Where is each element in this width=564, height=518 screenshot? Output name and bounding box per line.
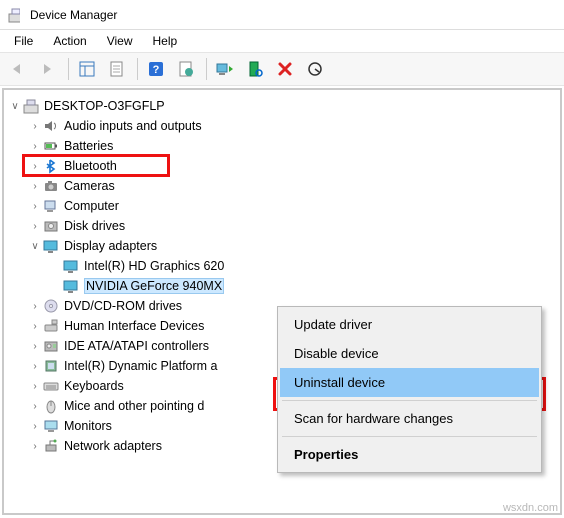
titlebar: Device Manager <box>0 0 564 30</box>
ctx-separator <box>282 436 537 437</box>
computer-icon <box>22 98 40 114</box>
menu-file[interactable]: File <box>4 32 43 50</box>
camera-icon <box>42 178 60 194</box>
hid-icon <box>42 318 60 334</box>
collapse-icon[interactable]: ∨ <box>28 239 42 253</box>
network-icon <box>42 438 60 454</box>
expand-icon[interactable]: › <box>28 219 42 233</box>
cat-disk[interactable]: ›Disk drives <box>6 216 558 236</box>
window-title: Device Manager <box>30 8 117 22</box>
monitor-icon <box>42 238 60 254</box>
battery-icon <box>42 138 60 154</box>
ide-icon <box>42 338 60 354</box>
keyboard-icon <box>42 378 60 394</box>
expand-icon[interactable]: › <box>28 379 42 393</box>
menu-help[interactable]: Help <box>143 32 188 50</box>
expand-icon[interactable]: › <box>28 439 42 453</box>
disable-button[interactable] <box>301 56 329 82</box>
chip-icon <box>42 358 60 374</box>
context-menu: Update driver Disable device Uninstall d… <box>277 306 542 473</box>
cat-bluetooth[interactable]: ›Bluetooth <box>6 156 558 176</box>
speaker-icon <box>42 118 60 134</box>
ctx-scan-hardware[interactable]: Scan for hardware changes <box>280 404 539 433</box>
forward-button[interactable] <box>34 56 62 82</box>
uninstall-button[interactable] <box>271 56 299 82</box>
ctx-update-driver[interactable]: Update driver <box>280 310 539 339</box>
expand-icon[interactable]: › <box>28 139 42 153</box>
cat-computer[interactable]: ›Computer <box>6 196 558 216</box>
selected-label: NVIDIA GeForce 940MX <box>84 278 224 294</box>
menu-view[interactable]: View <box>97 32 143 50</box>
expand-icon[interactable]: › <box>28 419 42 433</box>
show-hide-tree-button[interactable] <box>73 56 101 82</box>
disc-icon <box>42 298 60 314</box>
bluetooth-icon <box>42 158 60 174</box>
app-icon <box>8 7 26 23</box>
expand-icon[interactable]: › <box>28 119 42 133</box>
back-button[interactable] <box>4 56 32 82</box>
expand-icon[interactable]: › <box>28 299 42 313</box>
menu-action[interactable]: Action <box>43 32 96 50</box>
cat-audio[interactable]: ›Audio inputs and outputs <box>6 116 558 136</box>
expand-icon[interactable]: › <box>28 339 42 353</box>
tree-root[interactable]: ∨ DESKTOP-O3FGFLP <box>6 96 558 116</box>
menubar: File Action View Help <box>0 30 564 52</box>
collapse-icon[interactable]: ∨ <box>8 99 22 113</box>
expand-icon[interactable]: › <box>28 399 42 413</box>
ctx-separator <box>282 400 537 401</box>
update-driver-button[interactable] <box>211 56 239 82</box>
toolbar: ? <box>0 52 564 86</box>
action-button[interactable] <box>172 56 200 82</box>
svg-text:?: ? <box>153 64 160 76</box>
monitor-icon <box>62 278 80 294</box>
cat-display[interactable]: ∨Display adapters <box>6 236 558 256</box>
dev-nvidia-gpu[interactable]: NVIDIA GeForce 940MX <box>6 276 558 296</box>
cat-batteries[interactable]: ›Batteries <box>6 136 558 156</box>
properties-button[interactable] <box>103 56 131 82</box>
monitor-icon <box>62 258 80 274</box>
ctx-disable-device[interactable]: Disable device <box>280 339 539 368</box>
ctx-properties[interactable]: Properties <box>280 440 539 469</box>
expand-icon[interactable]: › <box>28 319 42 333</box>
ctx-uninstall-device[interactable]: Uninstall device <box>280 368 539 397</box>
disk-icon <box>42 218 60 234</box>
root-label: DESKTOP-O3FGFLP <box>44 99 165 113</box>
mouse-icon <box>42 398 60 414</box>
scan-hardware-button[interactable] <box>241 56 269 82</box>
expand-icon[interactable]: › <box>28 199 42 213</box>
help-button[interactable]: ? <box>142 56 170 82</box>
expand-icon[interactable]: › <box>28 179 42 193</box>
monitor-icon <box>42 418 60 434</box>
dev-intel-gpu[interactable]: Intel(R) HD Graphics 620 <box>6 256 558 276</box>
pc-icon <box>42 198 60 214</box>
watermark: wsxdn.com <box>503 502 558 514</box>
cat-cameras[interactable]: ›Cameras <box>6 176 558 196</box>
expand-icon[interactable]: › <box>28 159 42 173</box>
expand-icon[interactable]: › <box>28 359 42 373</box>
